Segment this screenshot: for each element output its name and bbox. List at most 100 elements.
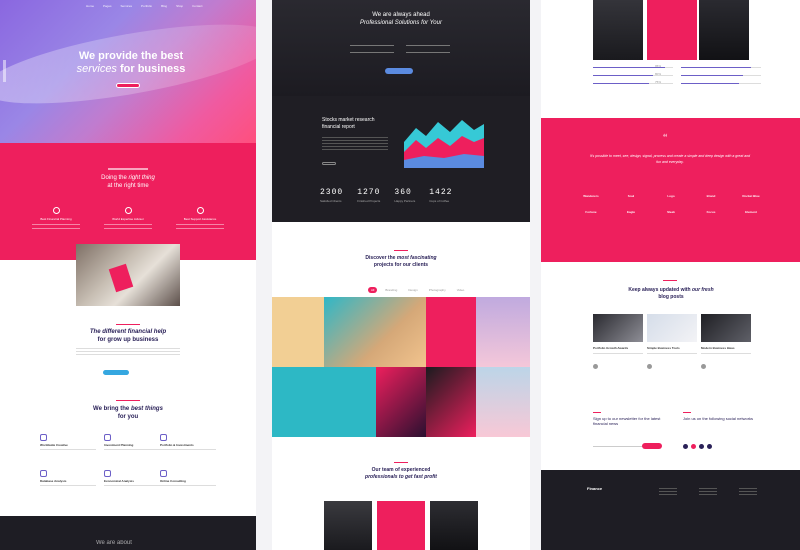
nav-item-blog[interactable]: Blog: [161, 4, 167, 8]
client-logo[interactable]: Sleek: [651, 210, 691, 214]
footer-link[interactable]: [659, 491, 677, 492]
feature-advisor[interactable]: World Expertise Advisor: [96, 207, 160, 229]
filter-all[interactable]: All: [368, 287, 378, 293]
footer-link[interactable]: [699, 494, 717, 495]
globe-icon: [40, 434, 47, 441]
values-title-b: at the right time: [107, 183, 149, 190]
nav-item-portfolio[interactable]: Portfolio: [141, 4, 152, 8]
portfolio-title-a: Discover the: [365, 255, 396, 261]
footer-link[interactable]: [739, 488, 757, 489]
nav-item-services[interactable]: Services: [121, 4, 133, 8]
client-logo[interactable]: Eagle: [611, 210, 651, 214]
facebook-icon[interactable]: [683, 444, 688, 449]
client-logo[interactable]: Focus: [691, 210, 731, 214]
phone-field[interactable]: [350, 52, 394, 53]
about-read-more-button[interactable]: [103, 370, 129, 375]
filter-video[interactable]: Video: [454, 287, 468, 293]
section-kicker: [394, 462, 408, 463]
client-logo[interactable]: Element: [731, 210, 771, 214]
team-member-photo[interactable]: [324, 501, 372, 550]
nav-item-contact[interactable]: Contact: [192, 4, 202, 8]
pinterest-icon[interactable]: [691, 444, 696, 449]
text-line: [701, 353, 751, 354]
portfolio-tile[interactable]: [324, 297, 426, 367]
portfolio-title-em: most fascinating: [396, 255, 437, 261]
feature-label: World Expertise Advisor: [112, 217, 144, 221]
client-logo[interactable]: Fortune: [571, 210, 611, 214]
service-item[interactable]: Online Consulting: [160, 470, 216, 488]
nav-item-home[interactable]: Home: [86, 4, 94, 8]
service-item[interactable]: Database Analysis: [40, 470, 96, 488]
feature-support[interactable]: Best Support Assistance: [168, 207, 232, 229]
filter-photography[interactable]: Photography: [426, 287, 449, 293]
submit-button[interactable]: [385, 68, 413, 74]
blog-post-card[interactable]: Modern Business Ideas: [701, 314, 751, 374]
filter-branding[interactable]: Branding: [382, 287, 400, 293]
report-more-button[interactable]: [322, 162, 336, 165]
team-member-photo[interactable]: [699, 0, 749, 60]
text-line: [160, 485, 216, 486]
feature-planning[interactable]: Best Financial Planning: [24, 207, 88, 229]
blog-title-em: our fresh: [691, 287, 714, 293]
service-label: Portfolio & Investments: [160, 443, 194, 447]
hero-cta-button[interactable]: [116, 83, 140, 88]
text-line: [322, 140, 388, 141]
portfolio-tile[interactable]: [272, 297, 324, 367]
blog-title-b: blog posts: [658, 293, 684, 300]
service-item[interactable]: Investment Planning: [104, 434, 160, 452]
skill-bars-right: [681, 67, 761, 91]
feature-desc: [176, 228, 224, 229]
footer-logo[interactable]: Finance: [587, 486, 602, 491]
team-member-photo[interactable]: [647, 0, 697, 60]
filter-design[interactable]: Design: [405, 287, 420, 293]
section-kicker: [108, 168, 148, 170]
portfolio-tile[interactable]: [426, 367, 476, 437]
client-logo[interactable]: Rocket Blue: [731, 194, 771, 198]
text-line: [104, 485, 160, 486]
skill-value: 95%: [655, 64, 662, 68]
client-logo[interactable]: Logo: [651, 194, 691, 198]
skill-bar-fill: [681, 83, 739, 84]
nav-item-shop[interactable]: Shop: [176, 4, 183, 8]
team-member-photo[interactable]: [377, 501, 425, 550]
portfolio-tile[interactable]: [376, 367, 426, 437]
team-member-photo[interactable]: [593, 0, 643, 60]
footer-link[interactable]: [699, 491, 717, 492]
client-logo[interactable]: Soul: [611, 194, 651, 198]
twitter-icon[interactable]: [699, 444, 704, 449]
text-line: [322, 149, 388, 150]
footer-link[interactable]: [699, 488, 717, 489]
stat-label: Finished Projects: [357, 199, 381, 203]
footer-link[interactable]: [739, 494, 757, 495]
service-item[interactable]: Portfolio & Investments: [160, 434, 216, 452]
stat-item: 1422 Cups of Coffee: [429, 188, 452, 203]
globe-icon: [124, 207, 132, 214]
email-field[interactable]: [406, 45, 450, 46]
subscribe-button[interactable]: [642, 443, 662, 449]
name-field[interactable]: [350, 45, 394, 46]
client-logo[interactable]: Wanderers: [571, 194, 611, 198]
stat-label: Satisfied Clients: [320, 199, 342, 203]
hero-section: Home Pages Services Portfolio Blog Shop …: [0, 0, 256, 143]
team-member-photo[interactable]: [430, 501, 478, 550]
portfolio-tile[interactable]: [476, 367, 530, 437]
portfolio-tile[interactable]: [272, 367, 376, 437]
footer-link[interactable]: [659, 494, 677, 495]
dark-hero-title-a: We are always ahead: [372, 12, 430, 18]
nav-item-pages[interactable]: Pages: [103, 4, 112, 8]
team-title-em: professionals to get fast profit: [365, 473, 437, 480]
service-item[interactable]: Worldwide Creative: [40, 434, 96, 452]
footer-link[interactable]: [739, 491, 757, 492]
linkedin-icon[interactable]: [707, 444, 712, 449]
portfolio-tile[interactable]: [476, 297, 530, 367]
portfolio-tile[interactable]: [426, 297, 476, 367]
database-icon: [40, 470, 47, 477]
subject-field[interactable]: [406, 52, 450, 53]
blog-post-card[interactable]: Portfolio Growth Awards: [593, 314, 643, 374]
footer-link[interactable]: [659, 488, 677, 489]
client-logo[interactable]: Brand: [691, 194, 731, 198]
service-item[interactable]: Economical Analysis: [104, 470, 160, 488]
quote-mark-icon: “: [663, 133, 668, 144]
blog-post-card[interactable]: Simple Business Tools: [647, 314, 697, 374]
text-line: [76, 351, 180, 352]
